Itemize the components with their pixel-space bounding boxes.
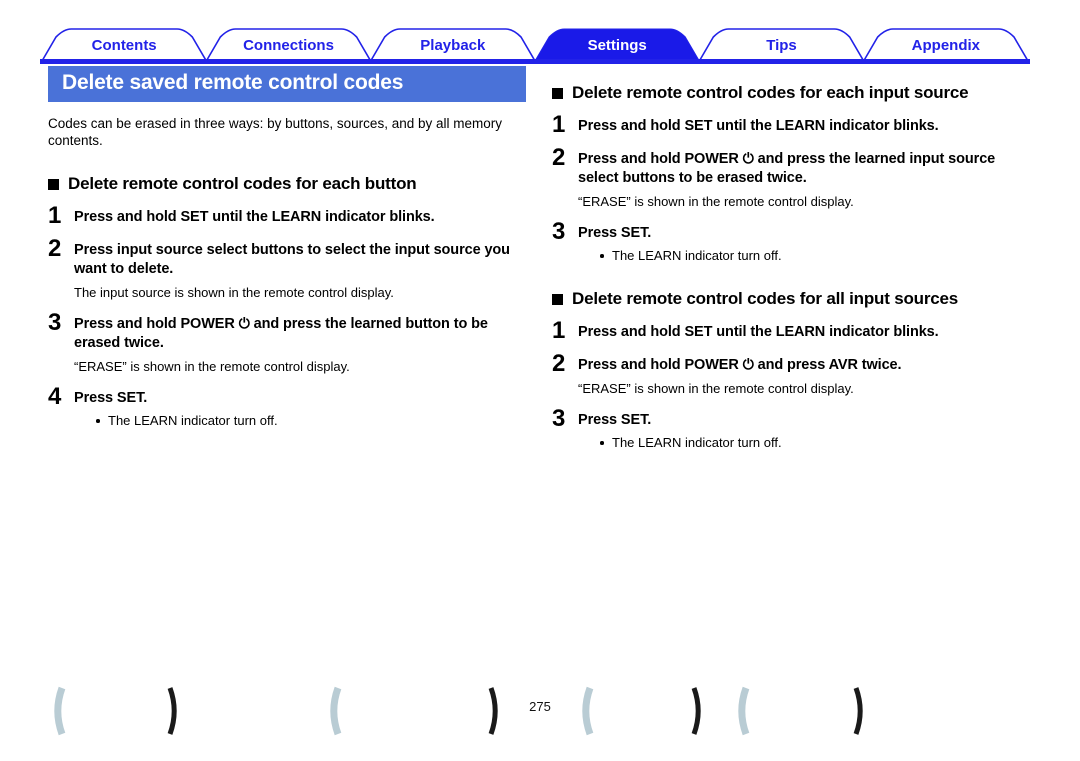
step-bullet-list: The LEARN indicator turn off. xyxy=(578,434,1032,451)
step-item: 3 Press and hold POWER ⏻ and press the l… xyxy=(48,309,528,375)
power-icon: ⏻ xyxy=(742,357,754,373)
step-number: 3 xyxy=(552,405,566,432)
square-bullet-icon xyxy=(552,294,563,305)
step-body: Press and hold POWER ⏻ and press the lea… xyxy=(74,315,528,375)
section-heading-each-button: Delete remote control codes for each but… xyxy=(48,173,528,194)
step-item: 1 Press and hold SET until the LEARN ind… xyxy=(552,111,1032,138)
tab-label-settings[interactable]: Settings xyxy=(588,37,647,54)
left-column: Delete saved remote control codes Codes … xyxy=(48,66,528,429)
page-content: Delete saved remote control codes Codes … xyxy=(0,66,1080,676)
step-title: Press SET. xyxy=(578,412,652,428)
step-number: 2 xyxy=(48,235,62,262)
step-number: 2 xyxy=(552,350,566,377)
right-column: Delete remote control codes for each inp… xyxy=(552,66,1032,451)
step-body: Press SET. The LEARN indicator turn off. xyxy=(74,389,528,429)
tab-label-appendix[interactable]: Appendix xyxy=(912,37,981,54)
step-title-prefix: Press and hold POWER xyxy=(578,151,743,167)
section-heading-each-input-source: Delete remote control codes for each inp… xyxy=(552,82,1032,103)
step-item: 2 Press and hold POWER ⏻ and press the l… xyxy=(552,144,1032,210)
step-number: 2 xyxy=(552,144,566,171)
section-heading-label: Delete remote control codes for each but… xyxy=(68,174,417,193)
step-item: 2 Press and hold POWER ⏻ and press AVR t… xyxy=(552,350,1032,397)
step-bullet-list: The LEARN indicator turn off. xyxy=(74,412,528,429)
step-item: 3 Press SET. The LEARN indicator turn of… xyxy=(552,218,1032,264)
step-number: 1 xyxy=(48,202,62,229)
step-bullet-item: The LEARN indicator turn off. xyxy=(96,412,528,429)
page-title-banner: Delete saved remote control codes xyxy=(48,66,526,102)
step-title: Press SET. xyxy=(578,225,652,241)
step-number: 1 xyxy=(552,111,566,138)
square-bullet-icon xyxy=(552,88,563,99)
step-body: Press SET. The LEARN indicator turn off. xyxy=(578,224,1032,264)
step-body: Press and hold SET until the LEARN indic… xyxy=(578,323,1032,342)
step-body: Press and hold POWER ⏻ and press AVR twi… xyxy=(578,356,1032,397)
section-heading-label: Delete remote control codes for each inp… xyxy=(572,83,969,102)
tab-bar: Contents Connections Playback Settings Tips A… xyxy=(0,0,1080,66)
step-body: Press and hold POWER ⏻ and press the lea… xyxy=(578,150,1032,210)
step-body: Press and hold SET until the LEARN indic… xyxy=(74,208,528,227)
power-icon: ⏻ xyxy=(742,151,754,167)
step-number: 3 xyxy=(552,218,566,245)
step-title: Press and hold POWER ⏻ and press the lea… xyxy=(578,150,1032,188)
power-icon: ⏻ xyxy=(238,316,250,332)
step-number: 4 xyxy=(48,383,62,410)
step-title: Press and hold POWER ⏻ and press AVR twi… xyxy=(578,356,1032,375)
tab-label-playback[interactable]: Playback xyxy=(420,37,486,54)
step-item: 4 Press SET. The LEARN indicator turn of… xyxy=(48,383,528,429)
step-title: Press and hold SET until the LEARN indic… xyxy=(578,118,939,134)
tab-label-connections[interactable]: Connections xyxy=(243,37,334,54)
page-number: 275 xyxy=(529,699,551,714)
step-title: Press SET. xyxy=(74,390,148,406)
step-note: The input source is shown in the remote … xyxy=(74,285,394,300)
section-heading-label: Delete remote control codes for all inpu… xyxy=(572,289,959,308)
step-title-prefix: Press and hold POWER xyxy=(578,357,743,373)
step-title: Press input source select buttons to sel… xyxy=(74,242,510,277)
step-note: “ERASE” is shown in the remote control d… xyxy=(578,381,854,396)
step-title-suffix: and press AVR twice. xyxy=(753,357,902,373)
step-title: Press and hold POWER ⏻ and press the lea… xyxy=(74,315,528,353)
step-item: 2 Press input source select buttons to s… xyxy=(48,235,528,301)
step-number: 1 xyxy=(552,317,566,344)
tab-label-tips[interactable]: Tips xyxy=(766,37,797,54)
tab-label-contents[interactable]: Contents xyxy=(92,37,157,54)
step-bullet-item: The LEARN indicator turn off. xyxy=(600,247,1032,264)
step-body: Press SET. The LEARN indicator turn off. xyxy=(578,411,1032,451)
step-number: 3 xyxy=(48,309,62,336)
footer-decoration xyxy=(0,676,1080,761)
step-note: “ERASE” is shown in the remote control d… xyxy=(578,194,854,209)
section-heading-all-input-sources: Delete remote control codes for all inpu… xyxy=(552,288,1032,309)
step-body: Press input source select buttons to sel… xyxy=(74,241,528,301)
step-bullet-item: The LEARN indicator turn off. xyxy=(600,434,1032,451)
step-item: 1 Press and hold SET until the LEARN ind… xyxy=(552,317,1032,344)
step-item: 3 Press SET. The LEARN indicator turn of… xyxy=(552,405,1032,451)
step-bullet-list: The LEARN indicator turn off. xyxy=(578,247,1032,264)
step-title-prefix: Press and hold POWER xyxy=(74,316,239,332)
intro-paragraph: Codes can be erased in three ways: by bu… xyxy=(48,116,502,148)
step-item: 1 Press and hold SET until the LEARN ind… xyxy=(48,202,528,229)
step-title: Press and hold SET until the LEARN indic… xyxy=(74,209,435,225)
step-note: “ERASE” is shown in the remote control d… xyxy=(74,359,350,374)
step-body: Press and hold SET until the LEARN indic… xyxy=(578,117,1032,136)
square-bullet-icon xyxy=(48,179,59,190)
step-title: Press and hold SET until the LEARN indic… xyxy=(578,324,939,340)
tab-bar-rule xyxy=(40,59,1030,64)
